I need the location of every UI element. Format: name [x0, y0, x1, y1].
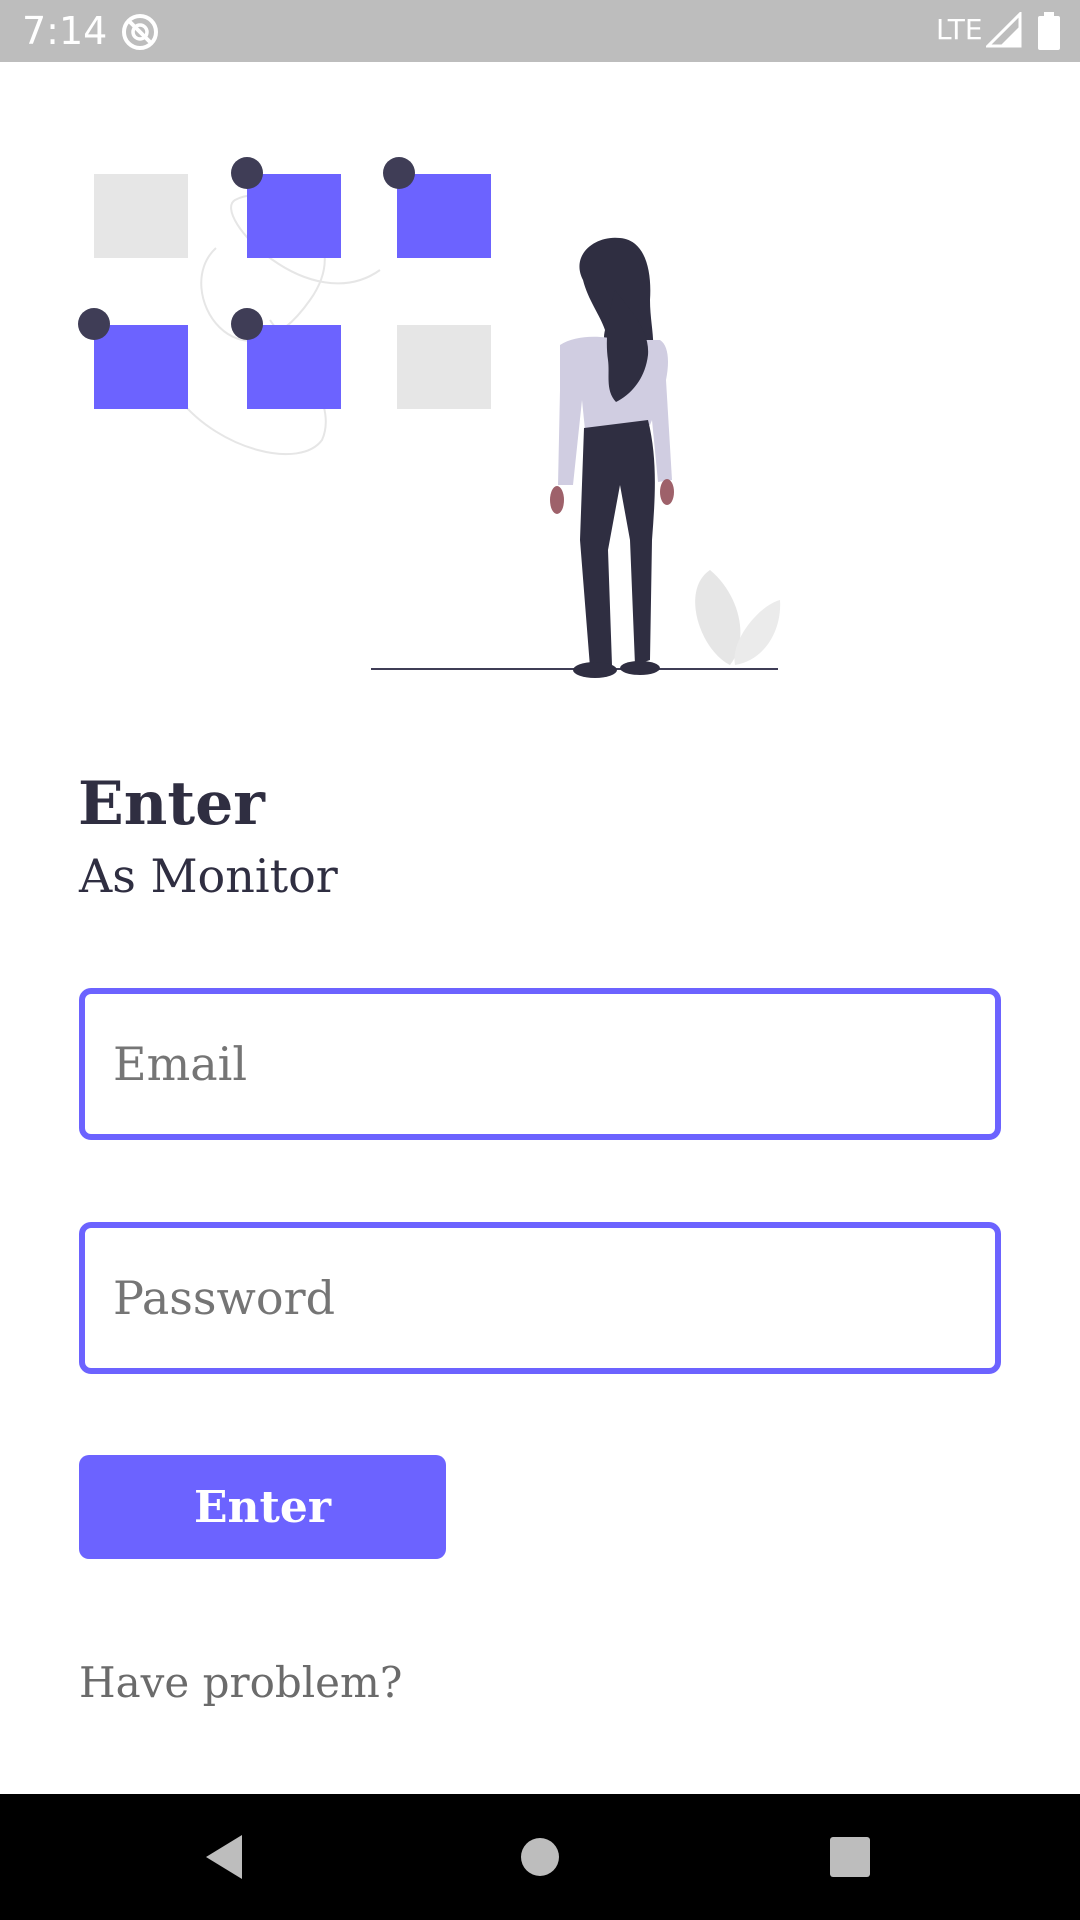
woman-looking-at-grid-illustration — [78, 157, 781, 678]
battery-icon — [1038, 12, 1060, 50]
network-type-label: LTE — [936, 13, 983, 46]
password-field[interactable] — [79, 1222, 1001, 1374]
have-problem-link[interactable]: Have problem? — [79, 1655, 402, 1711]
navigation-bar — [0, 1794, 1080, 1920]
page-subtitle: As Monitor — [79, 849, 338, 903]
back-triangle-icon[interactable] — [194, 1825, 258, 1889]
status-time: 7:14 — [22, 9, 108, 53]
recents-square-icon[interactable] — [818, 1825, 882, 1889]
email-field[interactable] — [79, 988, 1001, 1140]
home-circle-icon[interactable] — [508, 1825, 572, 1889]
login-screen: 7:14 LTE Enter As Monitor Email Enter Ha… — [0, 0, 1080, 1920]
enter-button[interactable]: Enter — [79, 1455, 446, 1559]
page-title: Enter — [78, 769, 265, 839]
cell-signal-icon — [986, 12, 1022, 48]
status-bar: 7:14 LTE — [0, 0, 1080, 62]
notification-app-icon — [122, 14, 158, 50]
